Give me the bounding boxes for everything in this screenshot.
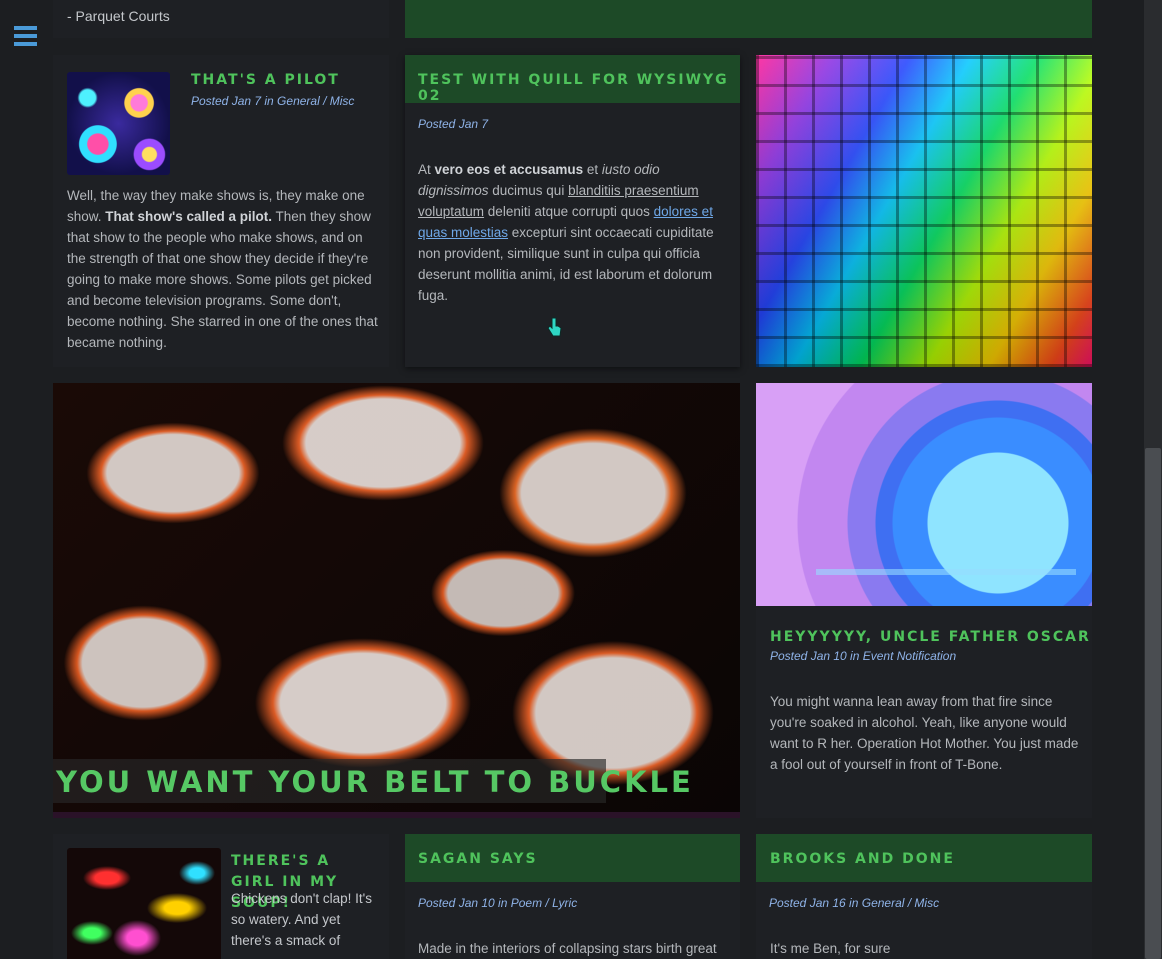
post-image-circles[interactable]: [756, 383, 1092, 606]
post-image-cubes[interactable]: [756, 55, 1092, 367]
post-card-sagan[interactable]: Sagan Says Posted Jan 10 in Poem / Lyric…: [405, 834, 740, 959]
menu-button[interactable]: [14, 26, 38, 48]
post-body: It's me Ben, for sure: [770, 941, 891, 956]
post-meta: Posted Jan 7: [418, 117, 489, 131]
post-title[interactable]: Heyyyyyy, Uncle Father Oscar: [770, 629, 1091, 645]
post-card-pilot[interactable]: That's a Pilot Posted Jan 7 in General /…: [53, 55, 389, 367]
post-thumbnail[interactable]: [67, 72, 170, 175]
top-green-banner: [405, 0, 1092, 38]
light-streak: [816, 569, 1076, 575]
post-card-brooks[interactable]: Brooks and Done Posted Jan 16 in General…: [756, 834, 1092, 959]
post-meta: Posted Jan 10 in Poem / Lyric: [418, 896, 578, 910]
post-title[interactable]: Brooks and Done: [770, 851, 955, 867]
top-left-card: - Parquet Courts: [53, 0, 389, 38]
post-body: At vero eos et accusamus et iusto odio d…: [418, 162, 714, 303]
feature-card-belt[interactable]: You Want Your Belt To Buckle: [53, 383, 740, 818]
post-card-oscar[interactable]: Heyyyyyy, Uncle Father Oscar Posted Jan …: [756, 383, 1092, 818]
hamburger-menu-icon: [14, 26, 37, 46]
post-body: You might wanna lean away from that fire…: [770, 694, 1079, 772]
post-title[interactable]: Test with Quill for WYSIWYG 02: [418, 72, 740, 104]
top-left-text: - Parquet Courts: [67, 8, 170, 24]
post-meta: Posted Jan 16 in General / Misc: [769, 896, 940, 910]
post-body: Made in the interiors of collapsing star…: [418, 941, 717, 956]
post-title[interactable]: That's a Pilot: [191, 72, 340, 88]
post-card-quill[interactable]: Test with Quill for WYSIWYG 02 Posted Ja…: [405, 55, 740, 367]
post-thumbnail[interactable]: [67, 848, 221, 959]
post-body: Well, the way they make shows is, they m…: [67, 188, 378, 350]
feature-bottom-bar: [53, 812, 740, 818]
post-body: Chickens don't clap! It's so watery. And…: [231, 891, 372, 948]
feature-title[interactable]: You Want Your Belt To Buckle: [56, 765, 694, 799]
hand-cursor-icon: [547, 317, 562, 337]
post-meta: Posted Jan 10 in Event Notification: [770, 649, 957, 663]
scrollbar-thumb[interactable]: [1145, 448, 1161, 959]
post-meta: Posted Jan 7 in General / Misc: [191, 94, 355, 108]
post-title[interactable]: Sagan Says: [418, 851, 538, 867]
post-card-soup[interactable]: There's a Girl in My Soup! Chickens don'…: [53, 834, 389, 959]
